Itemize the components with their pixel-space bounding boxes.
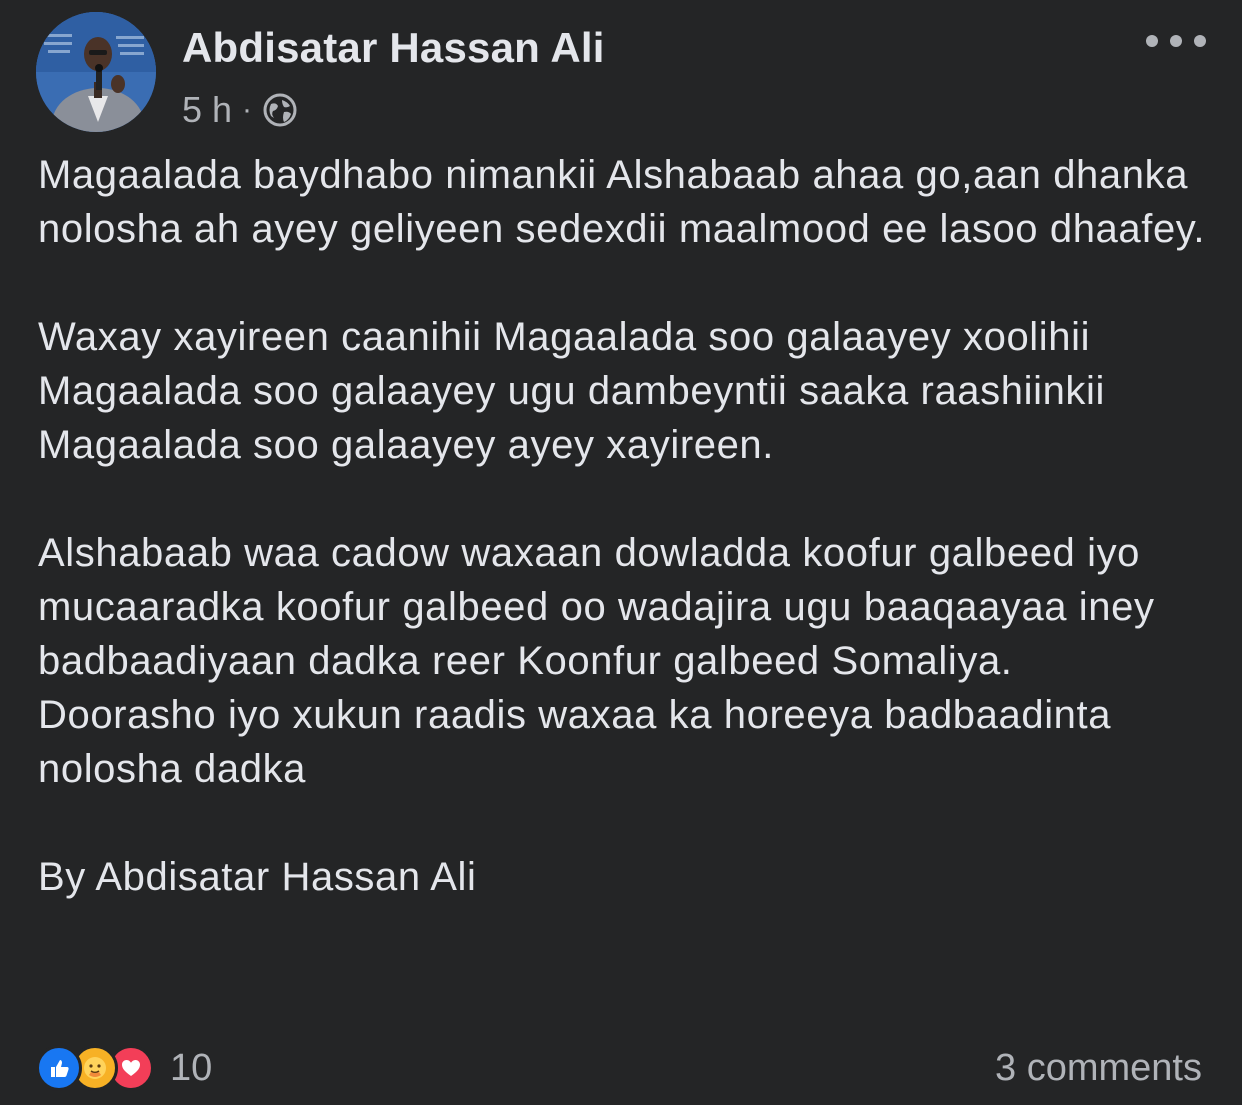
post-body: Magaalada baydhabo nimankii Alshabaab ah…: [38, 148, 1218, 904]
post-signature: By Abdisatar Hassan Ali: [38, 855, 477, 899]
reactions-summary[interactable]: 10: [36, 1045, 212, 1091]
like-icon: [36, 1045, 82, 1091]
post-paragraph: Doorasho iyo xukun raadis waxaa ka horee…: [38, 693, 1112, 791]
avatar-photo: [36, 12, 156, 132]
post-footer: 10 3 comments: [36, 1045, 1206, 1105]
avatar[interactable]: [36, 12, 156, 132]
comments-link[interactable]: 3 comments: [995, 1047, 1202, 1090]
more-dot: [1194, 35, 1206, 47]
timestamp[interactable]: 5 h: [182, 89, 232, 131]
post-paragraph: Alshabaab waa cadow waxaan dowladda koof…: [38, 531, 1155, 683]
more-dot: [1146, 35, 1158, 47]
post-meta: 5 h ·: [182, 88, 298, 132]
more-options-icon[interactable]: [1146, 26, 1206, 56]
meta-separator: ·: [242, 93, 253, 126]
author-name[interactable]: Abdisatar Hassan Ali: [182, 24, 605, 72]
reaction-count: 10: [170, 1046, 213, 1089]
post-paragraph: Waxay xayireen caanihii Magaalada soo ga…: [38, 315, 1105, 467]
post-paragraph: Magaalada baydhabo nimankii Alshabaab ah…: [38, 153, 1206, 251]
globe-icon: [262, 92, 298, 128]
more-dot: [1170, 35, 1182, 47]
facebook-post: Abdisatar Hassan Ali 5 h · Magaalada bay…: [0, 0, 1242, 1091]
post-header: Abdisatar Hassan Ali 5 h ·: [36, 10, 1206, 134]
